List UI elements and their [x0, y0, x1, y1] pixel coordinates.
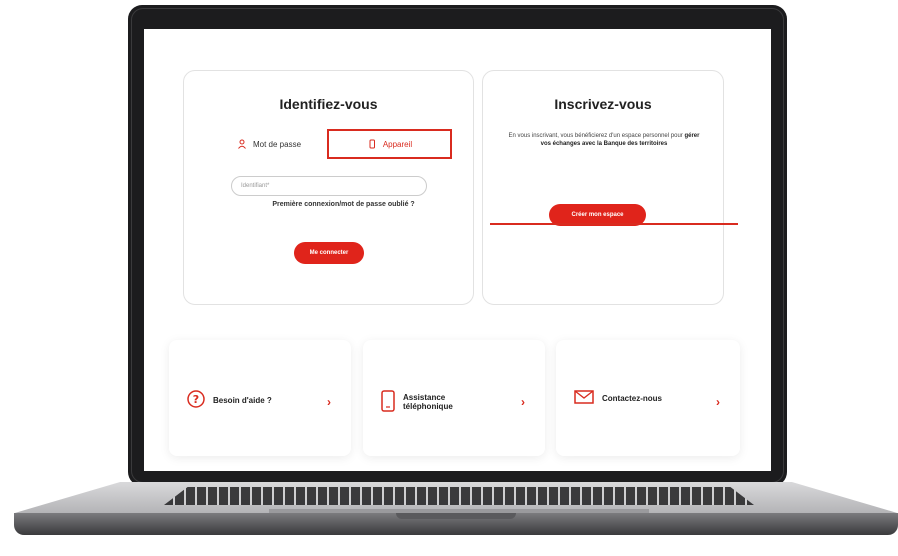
- signup-description: En vous inscrivant, vous bénéficierez d'…: [505, 132, 703, 148]
- signup-title: Inscrivez-vous: [554, 96, 652, 112]
- forgot-password-link[interactable]: Première connexion/mot de passe oublié ?: [184, 201, 473, 208]
- annotation-line: [490, 223, 738, 225]
- login-button[interactable]: Me connecter: [294, 242, 364, 264]
- tab-password[interactable]: Mot de passe: [214, 129, 324, 159]
- keyboard: [164, 487, 754, 505]
- tab-device-label: Appareil: [382, 139, 413, 149]
- tab-device[interactable]: Appareil: [327, 129, 452, 159]
- phone-assistance-label: Assistance téléphonique: [403, 393, 453, 411]
- mail-icon: [574, 390, 594, 406]
- phone-assistance-card[interactable]: Assistance téléphonique ›: [363, 340, 545, 456]
- laptop-base: [14, 482, 898, 538]
- identifier-placeholder: Identifiant*: [241, 183, 270, 189]
- signup-text-regular: En vous inscrivant, vous bénéficierez d'…: [508, 133, 685, 139]
- contact-label: Contactez-nous: [602, 393, 662, 403]
- smartphone-icon: [367, 139, 377, 149]
- chevron-right-icon: ›: [521, 395, 525, 409]
- user-icon: [237, 139, 247, 149]
- help-label: Besoin d'aide ?: [213, 395, 272, 405]
- tab-password-label: Mot de passe: [252, 139, 302, 149]
- phone-icon: [381, 390, 395, 414]
- help-circle-icon: ?: [187, 390, 205, 410]
- login-title: Identifiez-vous: [279, 96, 378, 112]
- svg-text:?: ?: [193, 393, 199, 406]
- login-card: Identifiez-vous Mot de passe Appareil Id…: [183, 70, 474, 305]
- screen: Identifiez-vous Mot de passe Appareil Id…: [144, 29, 771, 471]
- chevron-right-icon: ›: [716, 395, 720, 409]
- signup-card: Inscrivez-vous En vous inscrivant, vous …: [482, 70, 724, 305]
- contact-card[interactable]: Contactez-nous ›: [556, 340, 740, 456]
- identifier-input[interactable]: Identifiant*: [231, 176, 427, 196]
- help-card[interactable]: ? Besoin d'aide ? ›: [169, 340, 351, 456]
- laptop-notch: [396, 513, 516, 519]
- chevron-right-icon: ›: [327, 395, 331, 409]
